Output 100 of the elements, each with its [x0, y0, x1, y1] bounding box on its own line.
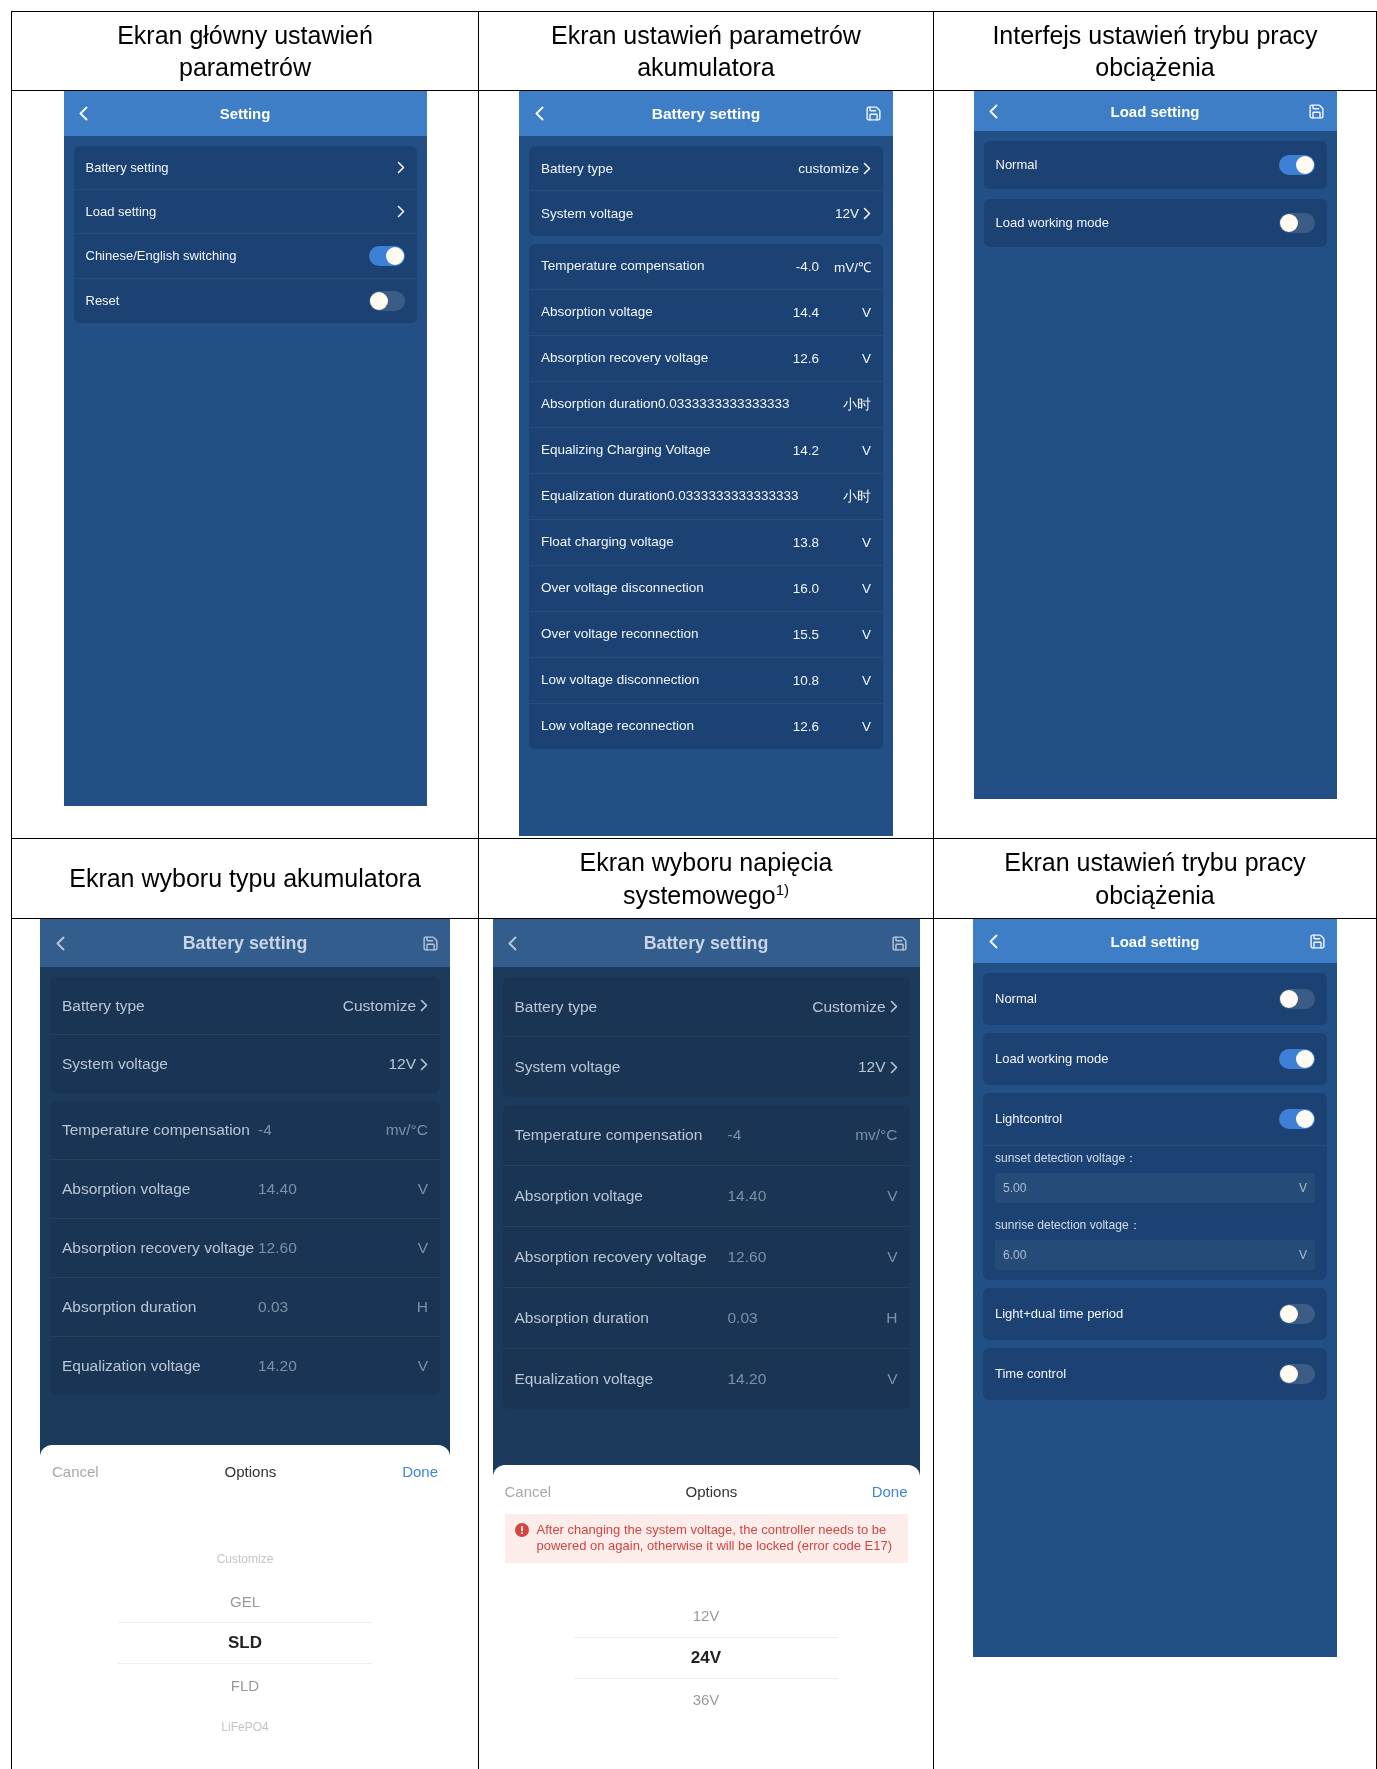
sheet-title: Options — [224, 1463, 277, 1480]
settings-item[interactable]: System voltage 12V — [50, 1035, 440, 1093]
unit-label: mv/°C — [854, 1126, 898, 1144]
done-button[interactable]: Done — [402, 1463, 438, 1480]
screen-title: Load setting — [1109, 102, 1201, 120]
unit-label: V — [861, 673, 871, 688]
unit-label: V — [416, 1239, 428, 1257]
setting-label: Absorption recovery voltage — [541, 350, 710, 367]
unit-label: V — [416, 1357, 428, 1375]
setting-label: Equalization voltage — [514, 1369, 655, 1389]
setting-label: Temperature compensation — [62, 1120, 251, 1140]
setting-label: Low voltage disconnection — [541, 672, 701, 689]
setting-label: Normal — [995, 157, 1039, 173]
done-button[interactable]: Done — [871, 1483, 908, 1500]
field-label: sunset detection voltage： — [995, 1150, 1139, 1167]
chevron-right-icon — [420, 1057, 428, 1071]
setting-value: 12.6 — [792, 351, 820, 366]
setting-label: Temperature compensation — [514, 1125, 704, 1145]
toggle-switch[interactable] — [1278, 213, 1315, 233]
unit-label: V — [861, 305, 871, 320]
setting-label: Equalization voltage — [62, 1356, 202, 1376]
save-icon[interactable] — [891, 934, 908, 952]
header-text: Ekran ustawień trybu pracy obciążenia — [1004, 847, 1306, 911]
picker-option[interactable]: 24V — [573, 1636, 839, 1679]
toggle-switch[interactable] — [1279, 1304, 1315, 1324]
header-text: Interfejs ustawień trybu pracy obciążenia — [992, 19, 1318, 83]
voltage-field[interactable]: 5.00 V — [995, 1173, 1315, 1203]
toggle-switch[interactable] — [1279, 989, 1315, 1009]
screen-title: Battery setting — [650, 104, 762, 123]
settings-item[interactable]: Battery type customize — [529, 146, 883, 191]
toggle-switch[interactable] — [1278, 155, 1315, 175]
setting-value: 0.03 — [727, 1309, 759, 1327]
picker-option[interactable]: 12V — [573, 1594, 839, 1637]
setting-value: 12.60 — [258, 1239, 298, 1257]
error-icon — [514, 1523, 529, 1537]
settings-item[interactable]: System voltage 12V — [502, 1037, 910, 1097]
cancel-button[interactable]: Cancel — [52, 1463, 99, 1480]
picker-option[interactable]: SLD — [117, 1622, 373, 1664]
setting-value: 12.60 — [727, 1248, 768, 1266]
setting-value: 14.4 — [792, 305, 820, 320]
setting-value: 14.40 — [727, 1187, 768, 1205]
chevron-right-icon — [889, 1060, 898, 1074]
setting-label: Low voltage reconnection — [541, 718, 696, 735]
setting-label: Over voltage reconnection — [541, 626, 700, 643]
voltage-field[interactable]: 6.00 V — [995, 1240, 1315, 1270]
picker-option[interactable]: GEL — [117, 1580, 373, 1622]
screen-title: Battery setting — [642, 932, 770, 954]
unit-label: 小时 — [842, 395, 871, 414]
setting-label: Load working mode — [995, 215, 1110, 231]
toggle-switch[interactable] — [1279, 1109, 1315, 1129]
unit-label: V — [861, 535, 871, 550]
setting-value: 10.8 — [792, 673, 820, 688]
chevron-right-icon — [863, 207, 871, 220]
unit-label: mv/°C — [384, 1121, 428, 1139]
header-text: Ekran ustawień parametrów akumulatora — [551, 19, 861, 83]
toggle-switch[interactable] — [1279, 1364, 1315, 1384]
setting-label: Absorption duration0.0333333333333333 — [541, 396, 791, 413]
save-icon[interactable] — [421, 934, 439, 952]
setting-value: 15.5 — [792, 627, 820, 642]
unit-label: V — [861, 581, 871, 596]
settings-item[interactable]: Battery type Customize — [50, 977, 440, 1035]
screen-title: Battery setting — [181, 932, 309, 954]
settings-item[interactable]: Battery type Customize — [502, 977, 910, 1037]
setting-label: Absorption duration — [514, 1308, 650, 1328]
setting-label: Absorption duration — [62, 1297, 198, 1317]
setting-value: 14.40 — [258, 1180, 298, 1198]
setting-value: -4 — [727, 1126, 743, 1144]
setting-value: 16.0 — [792, 581, 820, 596]
back-icon[interactable] — [508, 935, 517, 951]
setting-label: Absorption voltage — [514, 1186, 644, 1206]
setting-label: Normal — [995, 991, 1038, 1007]
setting-value: -4.0 — [795, 259, 820, 274]
setting-value: 0.03 — [258, 1298, 290, 1316]
back-icon[interactable] — [55, 935, 65, 951]
setting-label: Absorption voltage — [541, 304, 654, 321]
setting-label: Over voltage disconnection — [541, 580, 705, 597]
toggle-switch[interactable] — [1279, 1049, 1315, 1069]
setting-label: Load working mode — [995, 1051, 1110, 1067]
header-text: Ekran wyboru napięcia systemowego$^{1)}$ — [579, 847, 833, 911]
settings-item[interactable]: Battery setting — [73, 146, 417, 190]
setting-label: Temperature compensation — [541, 258, 706, 275]
setting-value: 14.20 — [727, 1370, 768, 1388]
unit-label: mV/℃ — [833, 258, 871, 276]
screen-title: Setting — [218, 105, 272, 122]
chevron-right-icon — [420, 999, 428, 1012]
unit-label: H — [885, 1309, 898, 1327]
picker-option[interactable]: 36V — [573, 1678, 839, 1721]
unit-label: V — [861, 719, 871, 734]
field-label: sunrise detection voltage： — [995, 1217, 1142, 1234]
setting-label: Absorption recovery voltage — [514, 1247, 708, 1267]
setting-value: 14.20 — [258, 1357, 298, 1375]
picker-option[interactable]: FLD — [117, 1664, 373, 1706]
toggle-switch[interactable] — [368, 246, 405, 266]
settings-item[interactable]: Load setting — [73, 190, 417, 234]
unit-label: V — [886, 1370, 898, 1388]
settings-item[interactable]: System voltage 12V — [529, 191, 883, 236]
unit-label: 小时 — [842, 487, 871, 506]
toggle-switch[interactable] — [368, 291, 405, 311]
setting-label: Absorption voltage — [62, 1179, 192, 1199]
setting-label: Equalizing Charging Voltage — [541, 442, 712, 459]
